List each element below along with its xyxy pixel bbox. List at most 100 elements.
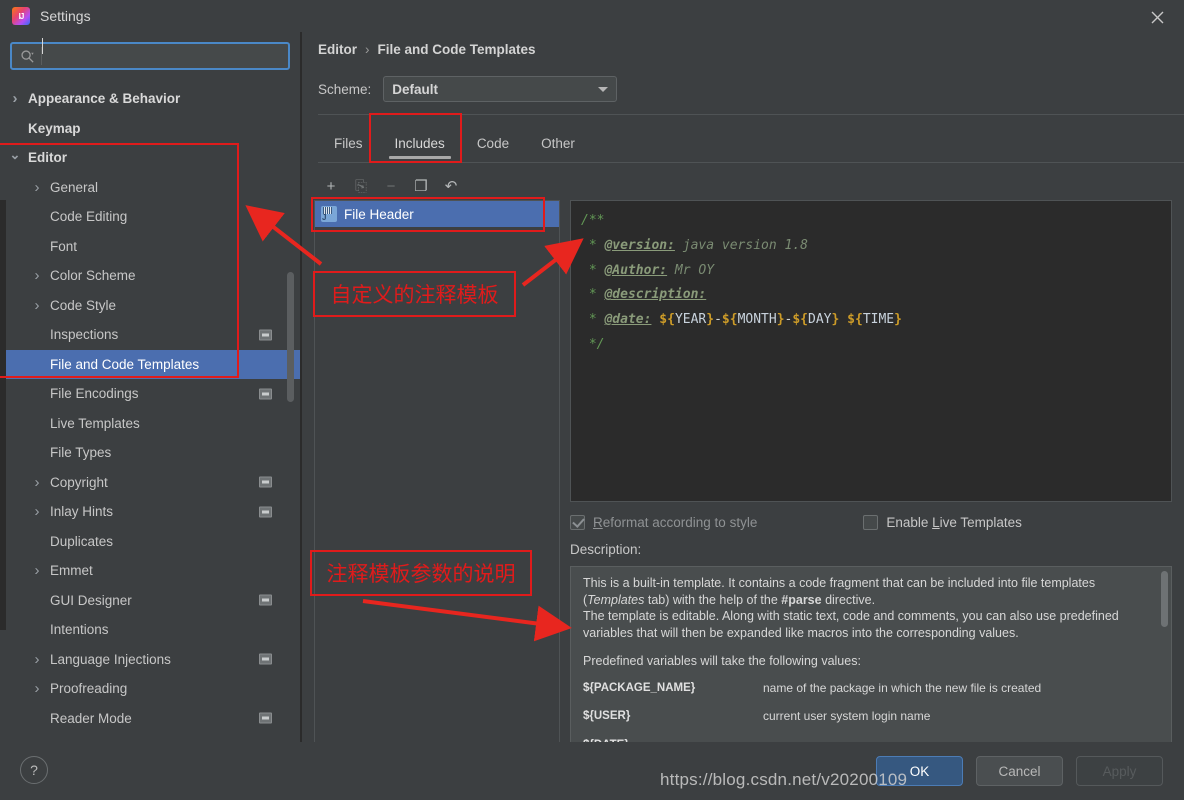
sidebar-item-gui-designer[interactable]: GUI Designer — [0, 586, 300, 616]
sidebar-item-editor[interactable]: ⌄ Editor — [0, 143, 300, 173]
template-list-items: File Header — [315, 201, 559, 227]
sidebar-item-inspections[interactable]: Inspections — [0, 320, 300, 350]
desc-p1-italic: Templates — [587, 592, 645, 607]
description-paragraph-2: The template is editable. Along with sta… — [583, 609, 1119, 640]
sidebar-item-file-types[interactable]: File Types — [0, 438, 300, 468]
sidebar-item-duplicates[interactable]: Duplicates — [0, 527, 300, 557]
tab-files[interactable]: Files — [318, 124, 379, 162]
sidebar-item-label: Live Templates — [50, 415, 140, 431]
sidebar-item-live-templates[interactable]: Live Templates — [0, 409, 300, 439]
sidebar-item-label: Reader Mode — [50, 710, 132, 726]
help-question-icon[interactable]: ? — [20, 756, 48, 784]
reformat-checkbox[interactable] — [570, 514, 585, 530]
chevron-right-icon[interactable]: › — [30, 179, 44, 196]
chevron-right-icon[interactable]: › — [30, 562, 44, 579]
variable-row: ${PACKAGE_NAME} name of the package in wh… — [583, 674, 1159, 703]
sidebar-item-emmet[interactable]: › Emmet — [0, 556, 300, 586]
sidebar-item-appearance-behavior[interactable]: › Appearance & Behavior — [0, 84, 300, 114]
enable-live-templates-label: Enable Live Templates — [886, 514, 1022, 530]
desc-p1-bold: #parse — [781, 592, 822, 607]
apply-button[interactable]: Apply — [1076, 756, 1163, 786]
variable-name: ${USER} — [583, 710, 631, 722]
tab-includes[interactable]: Includes — [379, 124, 461, 162]
variable-name: ${PACKAGE_NAME} — [583, 681, 696, 694]
settings-sidebar: › Appearance & Behavior Keymap ⌄ Editor › Gen… — [0, 32, 300, 742]
sidebar-item-font[interactable]: Font — [0, 232, 300, 262]
sidebar-item-language-injections[interactable]: › Language Injections — [0, 645, 300, 675]
tab-other[interactable]: Other — [525, 124, 591, 162]
sidebar-item-label: Keymap — [28, 120, 81, 136]
sidebar-item-label: File Types — [50, 445, 112, 461]
sidebar-item-label: Proofreading — [50, 681, 128, 697]
code-token: ${ — [721, 312, 738, 328]
settings-badge-icon — [259, 712, 272, 724]
intellij-idea-logo-icon — [12, 7, 30, 25]
text-caret — [42, 38, 43, 54]
reset-icon[interactable]: ↶ — [438, 174, 464, 198]
sidebar-item-label: General — [50, 179, 99, 195]
code-token: * — [581, 312, 605, 328]
settings-badge-icon — [259, 594, 272, 606]
settings-badge-icon — [259, 506, 272, 518]
code-token: * — [581, 287, 605, 303]
sidebar-item-proofreading[interactable]: › Proofreading — [0, 674, 300, 704]
scheme-dropdown[interactable]: Default — [383, 76, 618, 102]
sidebar-item-label: Appearance & Behavior — [28, 91, 181, 107]
chevron-down-icon[interactable]: ⌄ — [8, 147, 22, 162]
sidebar-item-inlay-hints[interactable]: › Inlay Hints — [0, 497, 300, 527]
search-input[interactable] — [45, 48, 288, 64]
template-code-editor[interactable]: /** * @version: java version 1.8 * @Auth… — [570, 200, 1172, 502]
variable-row: ${USER} current user system login name — [583, 702, 1159, 731]
code-token: @date: — [604, 312, 652, 328]
sidebar-item-label: Editor — [28, 150, 67, 166]
plus-icon[interactable]: + — [318, 174, 344, 198]
sidebar-item-label: GUI Designer — [50, 592, 132, 608]
code-token: @description: — [604, 287, 707, 303]
sidebar-item-intentions[interactable]: Intentions — [0, 615, 300, 645]
search-field[interactable] — [10, 42, 290, 70]
sidebar-item-keymap[interactable]: Keymap — [0, 114, 300, 144]
sidebar-item-label: Intentions — [50, 622, 109, 638]
description-paragraph-3: Predefined variables will take the follo… — [583, 654, 861, 668]
sidebar-item-color-scheme[interactable]: › Color Scheme — [0, 261, 300, 291]
chevron-right-icon[interactable]: › — [30, 297, 44, 314]
code-token: ${ — [659, 312, 675, 328]
chevron-right-icon[interactable]: › — [30, 267, 44, 284]
ok-button[interactable]: OK — [876, 756, 963, 786]
chevron-right-icon[interactable]: › — [30, 680, 44, 697]
settings-badge-icon — [259, 388, 272, 400]
code-token: * — [581, 237, 605, 253]
sidebar-item-file-encodings[interactable]: File Encodings — [0, 379, 300, 409]
chevron-right-icon[interactable]: › — [30, 651, 44, 668]
sidebar-item-label: Language Injections — [50, 651, 171, 667]
close-icon[interactable] — [1146, 6, 1168, 28]
code-token: } — [776, 312, 785, 328]
breadcrumb-parent[interactable]: Editor — [318, 42, 357, 57]
chevron-right-icon[interactable]: › — [8, 90, 22, 107]
duplicate-icon[interactable]: ❐ — [408, 174, 434, 198]
template-list: File Header — [314, 200, 560, 760]
settings-badge-icon — [259, 329, 272, 341]
sidebar-item-file-and-code-templates[interactable]: File and Code Templates — [0, 349, 300, 379]
breadcrumb-separator-icon: › — [365, 42, 370, 57]
settings-badge-icon — [259, 653, 272, 665]
code-token: java version 1.8 — [674, 237, 808, 253]
settings-dialog: Settings › Appearance & Behavior Keymap ⌄ E… — [0, 0, 1184, 800]
sidebar-item-general[interactable]: › General — [0, 173, 300, 203]
scheme-value: Default — [392, 81, 439, 97]
sidebar-item-reader-mode[interactable]: Reader Mode — [0, 704, 300, 734]
sidebar-item-code-editing[interactable]: Code Editing — [0, 202, 300, 232]
description-scrollbar[interactable] — [1161, 571, 1168, 627]
cancel-button[interactable]: Cancel — [976, 756, 1063, 786]
chevron-right-icon[interactable]: › — [30, 503, 44, 520]
chevron-right-icon[interactable]: › — [30, 474, 44, 491]
sidebar-item-copyright[interactable]: › Copyright — [0, 468, 300, 498]
enable-live-templates-checkbox[interactable] — [863, 514, 879, 530]
sidebar-item-label: Inspections — [50, 327, 119, 343]
sidebar-item-code-style[interactable]: › Code Style — [0, 291, 300, 321]
sidebar-scrollbar[interactable] — [287, 272, 294, 402]
code-token: } — [706, 312, 715, 328]
template-list-item[interactable]: File Header — [315, 201, 559, 227]
tab-code[interactable]: Code — [461, 124, 525, 162]
window-left-edge — [0, 200, 6, 630]
